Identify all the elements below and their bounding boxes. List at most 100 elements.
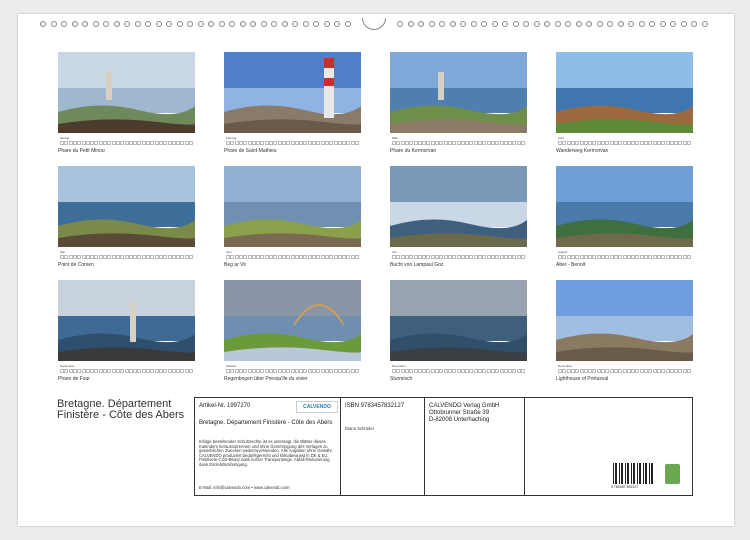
info-cell-barcode: 9 783457 832127: [525, 398, 692, 495]
month-photo: [224, 52, 361, 133]
month-photo: [556, 280, 693, 361]
binding-ring: [407, 21, 414, 27]
publisher-name: CALVENDO Verlag GmbH: [429, 403, 500, 409]
day-grid: [60, 368, 193, 374]
info-box: Artikel-Nr. 1997270 CALVENDO Bretagne. D…: [194, 397, 693, 496]
month-photo: [58, 166, 195, 247]
month-caption: Sturmisch: [390, 376, 413, 382]
publisher-street: Ottobrunner Straße 39: [429, 410, 490, 416]
binding-ring: [533, 21, 540, 27]
binding-ring: [250, 21, 256, 27]
month-photo: [556, 166, 693, 247]
binding-ring: [281, 21, 288, 27]
binding-ring: [565, 21, 571, 27]
binding-ring: [575, 21, 582, 27]
binding-ring: [61, 21, 67, 27]
month-photo: [556, 52, 693, 133]
day-grid: [226, 140, 359, 146]
info-cell-publisher: CALVENDO Verlag GmbH Ottobrunner Straße …: [425, 398, 525, 495]
month-photo: [58, 52, 195, 133]
month-caption: Phare de Four: [58, 376, 90, 382]
day-grid: [226, 254, 359, 260]
binding-ring: [124, 21, 130, 27]
month-caption: Bucht von Lampaul Goz: [390, 262, 444, 268]
binding-ring: [166, 21, 172, 27]
month-caption: Beg ar Vir: [224, 262, 247, 268]
month-caption: Wanderweg Kermorvan: [556, 148, 609, 154]
month-photo: [58, 280, 195, 361]
binding-ring: [302, 21, 309, 27]
day-grid: [558, 254, 691, 260]
day-grid: [60, 140, 193, 146]
day-grid: [226, 368, 359, 374]
binding-ring: [449, 21, 456, 27]
binding-ring: [691, 21, 697, 27]
publisher-city: D-82008 Unterhaching: [429, 417, 490, 423]
binding-ring: [523, 21, 529, 27]
binding-ring: [418, 21, 424, 27]
binding-ring: [586, 21, 592, 27]
binding-ring: [323, 21, 330, 27]
day-grid: [392, 254, 525, 260]
binding-ring: [491, 21, 498, 27]
binding-ring: [229, 21, 235, 27]
article-number: Artikel-Nr. 1997270: [199, 403, 251, 409]
binding-ring: [512, 21, 519, 27]
day-grid: [392, 140, 525, 146]
binding-ring: [502, 21, 508, 27]
binding-ring: [481, 21, 487, 27]
info-cell-article: Artikel-Nr. 1997270 CALVENDO Bretagne. D…: [195, 398, 341, 495]
binding-ring: [638, 21, 645, 27]
binding-ring: [292, 21, 298, 27]
month-caption: Regenbogen über Presqu'île du vivier: [224, 376, 308, 382]
calendar-page: Januar Phare du Petit Minou Februar Phare …: [18, 14, 734, 526]
binding-ring: [145, 21, 151, 27]
binding-ring: [428, 21, 435, 27]
binding-ring: [187, 21, 193, 27]
month-caption: Phare du Kermorvan: [390, 148, 437, 154]
calendar-title: Bretagne. Département Finistère - Côte d…: [57, 398, 185, 421]
binding-ring: [460, 21, 466, 27]
month-photo: [390, 166, 527, 247]
month-photo: [390, 280, 527, 361]
day-grid: [558, 140, 691, 146]
binding-ring: [649, 21, 655, 27]
binding-ring: [197, 21, 204, 27]
binding-ring: [596, 21, 603, 27]
binding-ring: [271, 21, 277, 27]
binding-ring: [260, 21, 267, 27]
binding-ring: [470, 21, 477, 27]
month-photo: [224, 280, 361, 361]
binding-ring: [680, 21, 687, 27]
month-caption: Point de Corsen: [58, 262, 94, 268]
binding-ring: [208, 21, 214, 27]
binding-ring: [239, 21, 246, 27]
author: Diana Schröder: [345, 426, 375, 431]
barcode: [613, 463, 655, 484]
binding-ring: [313, 21, 319, 27]
binding-ring: [113, 21, 120, 27]
barcode-number: 9 783457 832127: [611, 485, 639, 489]
binding-ring: [554, 21, 561, 27]
binding-ring: [397, 21, 403, 27]
binding-ring: [40, 21, 46, 27]
binding-ring: [670, 21, 676, 27]
calvendo-logo: CALVENDO: [296, 401, 338, 413]
month-photo: [390, 52, 527, 133]
eco-leaf-icon: [665, 464, 680, 484]
binding-ring: [103, 21, 109, 27]
binding-ring: [334, 21, 340, 27]
binding-ring: [344, 21, 351, 27]
legal-text: Infolge bestehender Schutzrechte ist es …: [199, 439, 333, 467]
isbn: ISBN 9783457832127: [345, 403, 405, 409]
binding-ring: [607, 21, 613, 27]
contact-email: E-Mail: info@calvendo.com • www.calvendo…: [199, 485, 290, 490]
binding-ring: [659, 21, 666, 27]
binding-ring: [82, 21, 88, 27]
month-caption: Lighthouse of Portusval: [556, 376, 609, 382]
binding-ring: [439, 21, 445, 27]
info-cell-isbn: ISBN 9783457832127 Diana Schröder: [341, 398, 425, 495]
info-subtitle: Bretagne. Département Finistère - Côte d…: [199, 420, 333, 426]
day-grid: [392, 368, 525, 374]
binding-ring: [176, 21, 183, 27]
